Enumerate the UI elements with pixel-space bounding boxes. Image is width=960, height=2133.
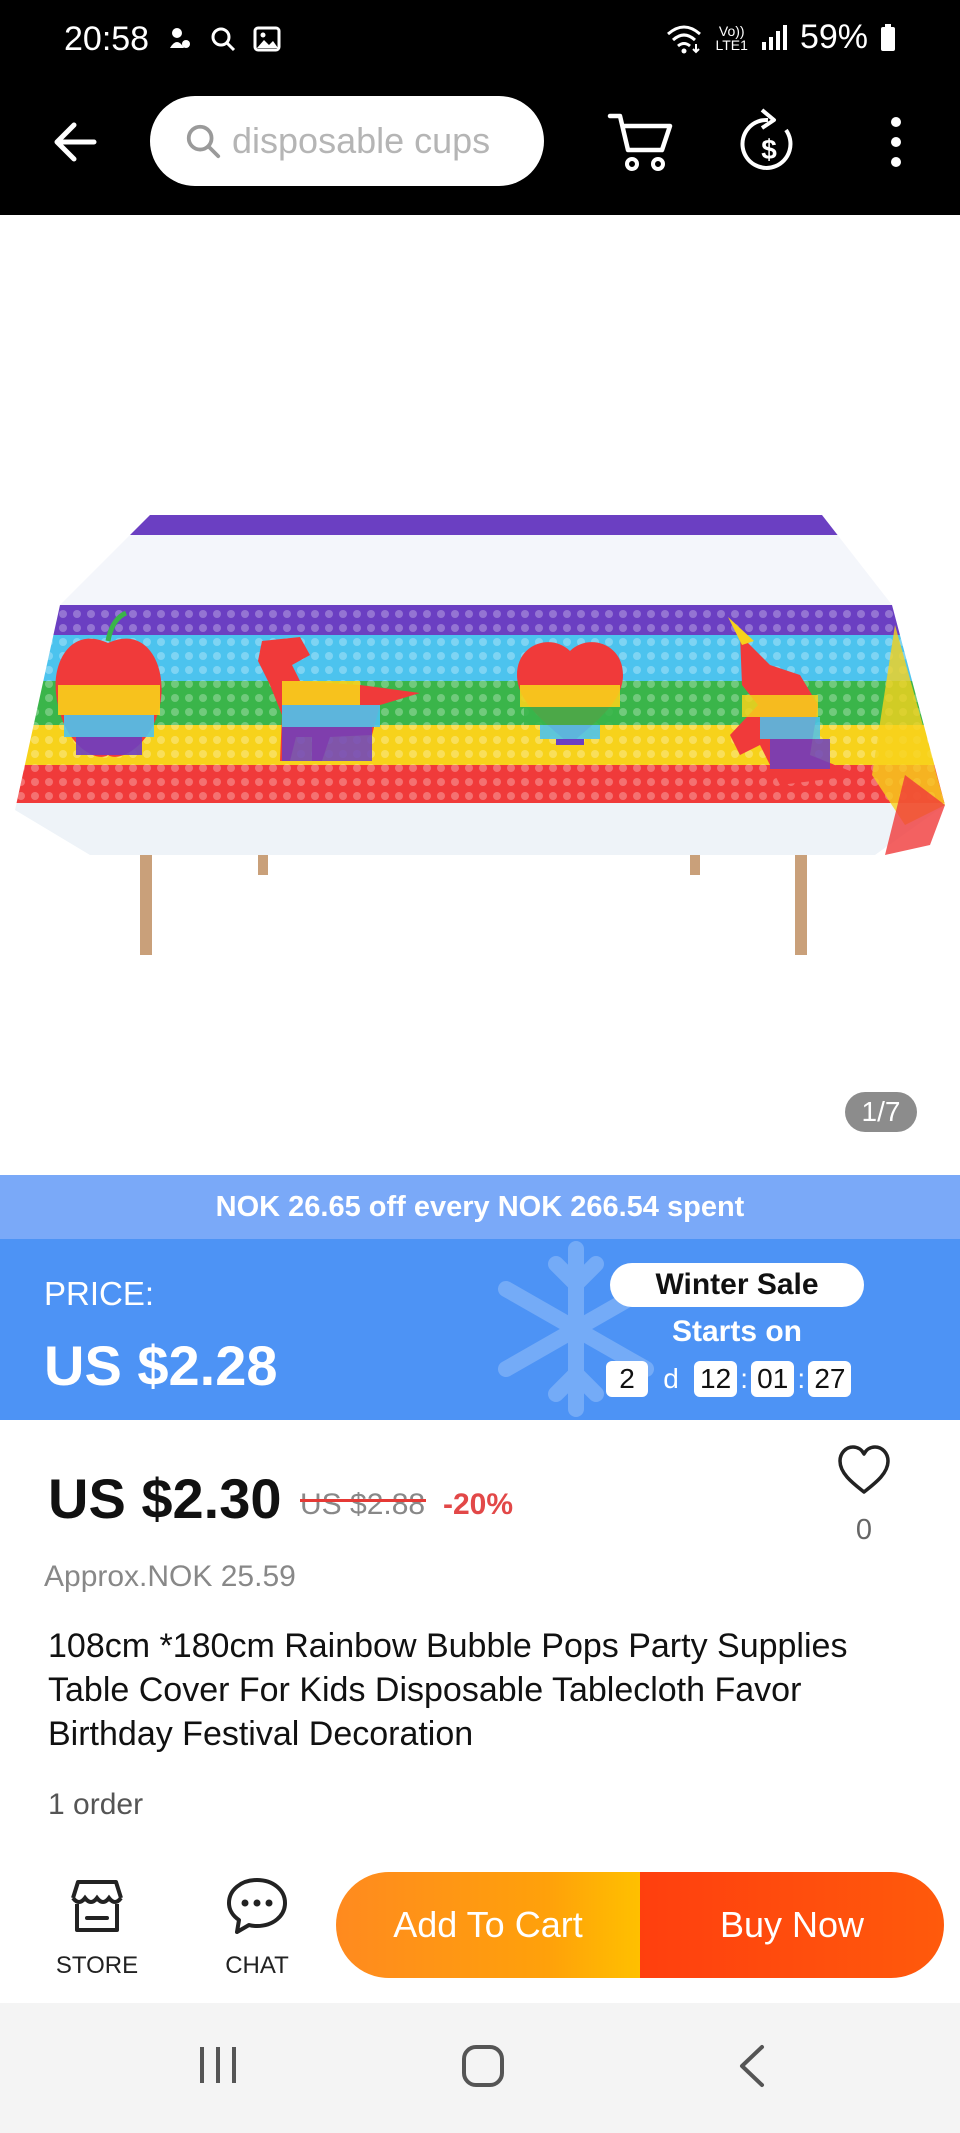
back-arrow-icon[interactable] <box>46 112 106 172</box>
countdown-separator: : <box>740 1363 749 1394</box>
price-label: PRICE: <box>44 1275 155 1312</box>
coupon-promo-strip[interactable]: NOK 26.65 off every NOK 266.54 spent <box>0 1175 960 1239</box>
original-price: US $2.88 <box>300 1488 426 1521</box>
network-type-label: Vo)) LTE1 <box>716 24 748 52</box>
order-count: 1 order <box>48 1788 144 1821</box>
winter-sale-banner: PRICE: US $2.28 Winter Sale Starts on 2 … <box>0 1239 960 1420</box>
countdown-days-unit: d <box>663 1363 679 1394</box>
buy-now-button[interactable]: Buy Now <box>640 1872 944 1978</box>
cart-icon[interactable] <box>606 106 676 176</box>
status-notification-icons <box>164 24 282 54</box>
chat-label: CHAT <box>225 1952 289 1979</box>
product-photo-tablecloth <box>15 515 945 955</box>
starts-on-label: Starts on <box>671 1315 803 1348</box>
status-time: 20:58 <box>64 20 150 58</box>
recents-icon[interactable] <box>196 2043 240 2087</box>
chat-icon <box>227 1878 287 1934</box>
svg-text:$: $ <box>761 134 777 165</box>
status-right-group: Vo)) LTE1 59% <box>664 18 897 57</box>
home-icon[interactable] <box>460 2043 506 2089</box>
notification-icon <box>170 28 190 48</box>
countdown-minutes: 01 <box>751 1361 795 1397</box>
wishlist-count: 0 <box>855 1514 873 1546</box>
network-volte-label: Vo)) <box>718 22 745 39</box>
countdown-days: 2 <box>606 1361 648 1397</box>
battery-percentage: 59% <box>799 18 868 56</box>
wifi-icon <box>666 25 701 53</box>
discount-badge: -20% <box>443 1488 514 1521</box>
top-toolbar: disposable cups $ <box>0 82 960 215</box>
store-icon <box>71 1880 123 1932</box>
countdown-hours: 12 <box>694 1361 738 1397</box>
search-notification-icon <box>211 27 236 52</box>
sale-countdown: 2 d 12 : 01 : 27 <box>606 1361 852 1397</box>
wishlist-heart-icon[interactable] <box>836 1444 892 1496</box>
signal-icon <box>761 24 787 50</box>
system-nav-bar <box>0 2003 960 2133</box>
search-input[interactable]: disposable cups <box>150 96 544 186</box>
dollar-cycle-icon[interactable]: $ <box>738 106 800 176</box>
chat-button[interactable]: CHAT <box>200 1870 314 1980</box>
winter-sale-badge: Winter Sale <box>610 1263 864 1307</box>
status-bar: 20:58 Vo)) LTE1 59% <box>0 0 960 82</box>
promo-price: US $2.28 <box>44 1334 278 1397</box>
price-strikethrough <box>300 1499 426 1502</box>
search-placeholder: disposable cups <box>232 120 491 161</box>
product-image-gallery[interactable] <box>0 215 960 1175</box>
more-vertical-icon[interactable] <box>876 112 916 172</box>
countdown-separator: : <box>797 1363 806 1394</box>
back-icon[interactable] <box>736 2043 768 2089</box>
search-icon <box>186 124 221 159</box>
image-counter: 1/7 <box>845 1092 917 1132</box>
countdown-seconds: 27 <box>808 1361 852 1397</box>
gallery-notification-icon <box>253 26 281 52</box>
product-title: 108cm *180cm Rainbow Bubble Pops Party S… <box>48 1627 848 1753</box>
approx-price: Approx.NOK 25.59 <box>44 1560 296 1593</box>
sale-price: US $2.30 <box>48 1467 282 1530</box>
store-button[interactable]: STORE <box>40 1870 154 1980</box>
add-to-cart-button[interactable]: Add To Cart <box>336 1872 640 1978</box>
store-label: STORE <box>55 1952 139 1979</box>
battery-icon <box>881 23 895 51</box>
network-lte-label: LTE1 <box>715 36 748 53</box>
coupon-text: NOK 26.65 off every NOK 266.54 spent <box>215 1190 745 1223</box>
